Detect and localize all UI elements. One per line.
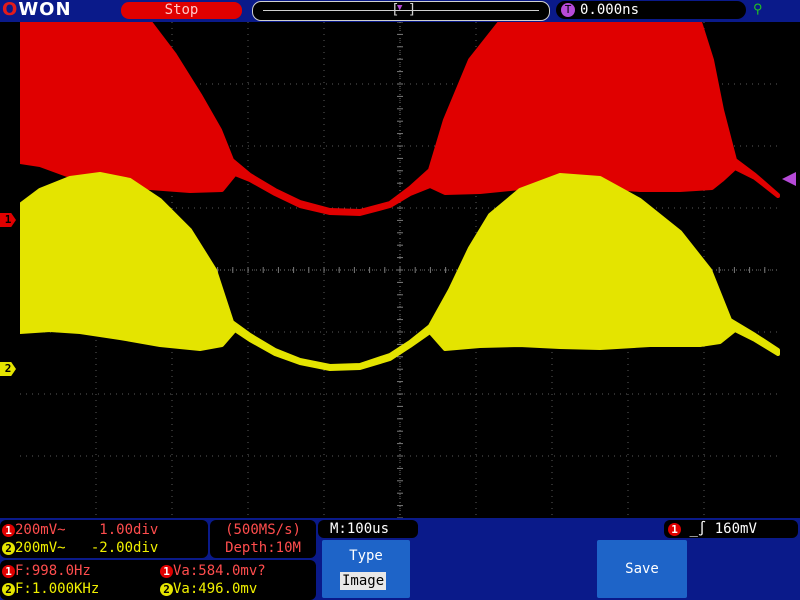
- trigger-icon: T: [561, 3, 575, 17]
- measure-ch1-va-badge: 1: [160, 564, 173, 578]
- usb-icon: ⚲: [753, 2, 763, 17]
- brand-logo: OWON: [2, 0, 72, 20]
- horizontal-position-bar: [ ] ▼: [252, 1, 550, 21]
- timebase-value: M:100us: [330, 521, 390, 537]
- channel-settings-panel: 1 200mV~ 1.00div 2 200mV~ -2.00div: [0, 520, 208, 558]
- channel-1-badge: 1: [2, 523, 15, 537]
- trigger-time-readout: T 0.000ns: [556, 1, 746, 19]
- waveform-display: [18, 20, 780, 519]
- ch1-offset: 1.00div: [99, 522, 159, 538]
- type-menu-button[interactable]: Type Image: [322, 540, 410, 598]
- measurement-panel: 1 F:998.0Hz 1 Va:584.0mv? 2 F:1.000KHz 2 Va:…: [0, 560, 316, 600]
- timebase-readout: M:100us: [318, 520, 418, 538]
- ch2-frequency: F:1.000KHz: [15, 581, 100, 597]
- ch1-frequency: F:998.0Hz: [15, 563, 91, 579]
- trigger-readout: 1 _∫ 160mV: [664, 520, 798, 538]
- sample-rate: (500MS/s): [225, 522, 301, 538]
- trigger-level-marker[interactable]: [782, 172, 796, 186]
- measure-ch1-badge: 1: [2, 564, 15, 578]
- run-state-indicator[interactable]: Stop: [121, 2, 242, 19]
- trigger-time-value: 0.000ns: [580, 2, 640, 18]
- ch2-offset: -2.00div: [90, 540, 159, 556]
- save-button[interactable]: Save: [597, 540, 687, 598]
- ch2-volts-div: 200mV~: [15, 540, 66, 556]
- ch1-vavg: Va:584.0mv?: [173, 563, 266, 579]
- measure-ch2-va-badge: 2: [160, 582, 173, 596]
- trigger-source-badge: 1: [668, 522, 681, 536]
- type-label: Type: [349, 548, 383, 564]
- memory-window-bracket: [ ]: [391, 2, 417, 18]
- memory-depth: Depth:10M: [225, 540, 301, 556]
- trigger-level-value: 160mV: [714, 521, 757, 537]
- trigger-position-tick: ▼: [397, 3, 403, 13]
- ch1-volts-div: 200mV~: [15, 522, 66, 538]
- waveform-graticule: [18, 20, 780, 519]
- measure-ch2-badge: 2: [2, 582, 15, 596]
- acquisition-panel: (500MS/s) Depth:10M: [210, 520, 316, 558]
- type-value: Image: [340, 572, 387, 590]
- ch2-vavg: Va:496.0mv: [173, 581, 258, 597]
- channel-2-offset-marker[interactable]: 2: [0, 362, 16, 376]
- channel-1-offset-marker[interactable]: 1: [0, 213, 16, 227]
- channel-2-badge: 2: [2, 541, 15, 555]
- rising-edge-icon: _∫: [689, 521, 707, 537]
- top-status-bar: OWON Stop [ ] ▼ T 0.000ns ⚲: [0, 0, 800, 22]
